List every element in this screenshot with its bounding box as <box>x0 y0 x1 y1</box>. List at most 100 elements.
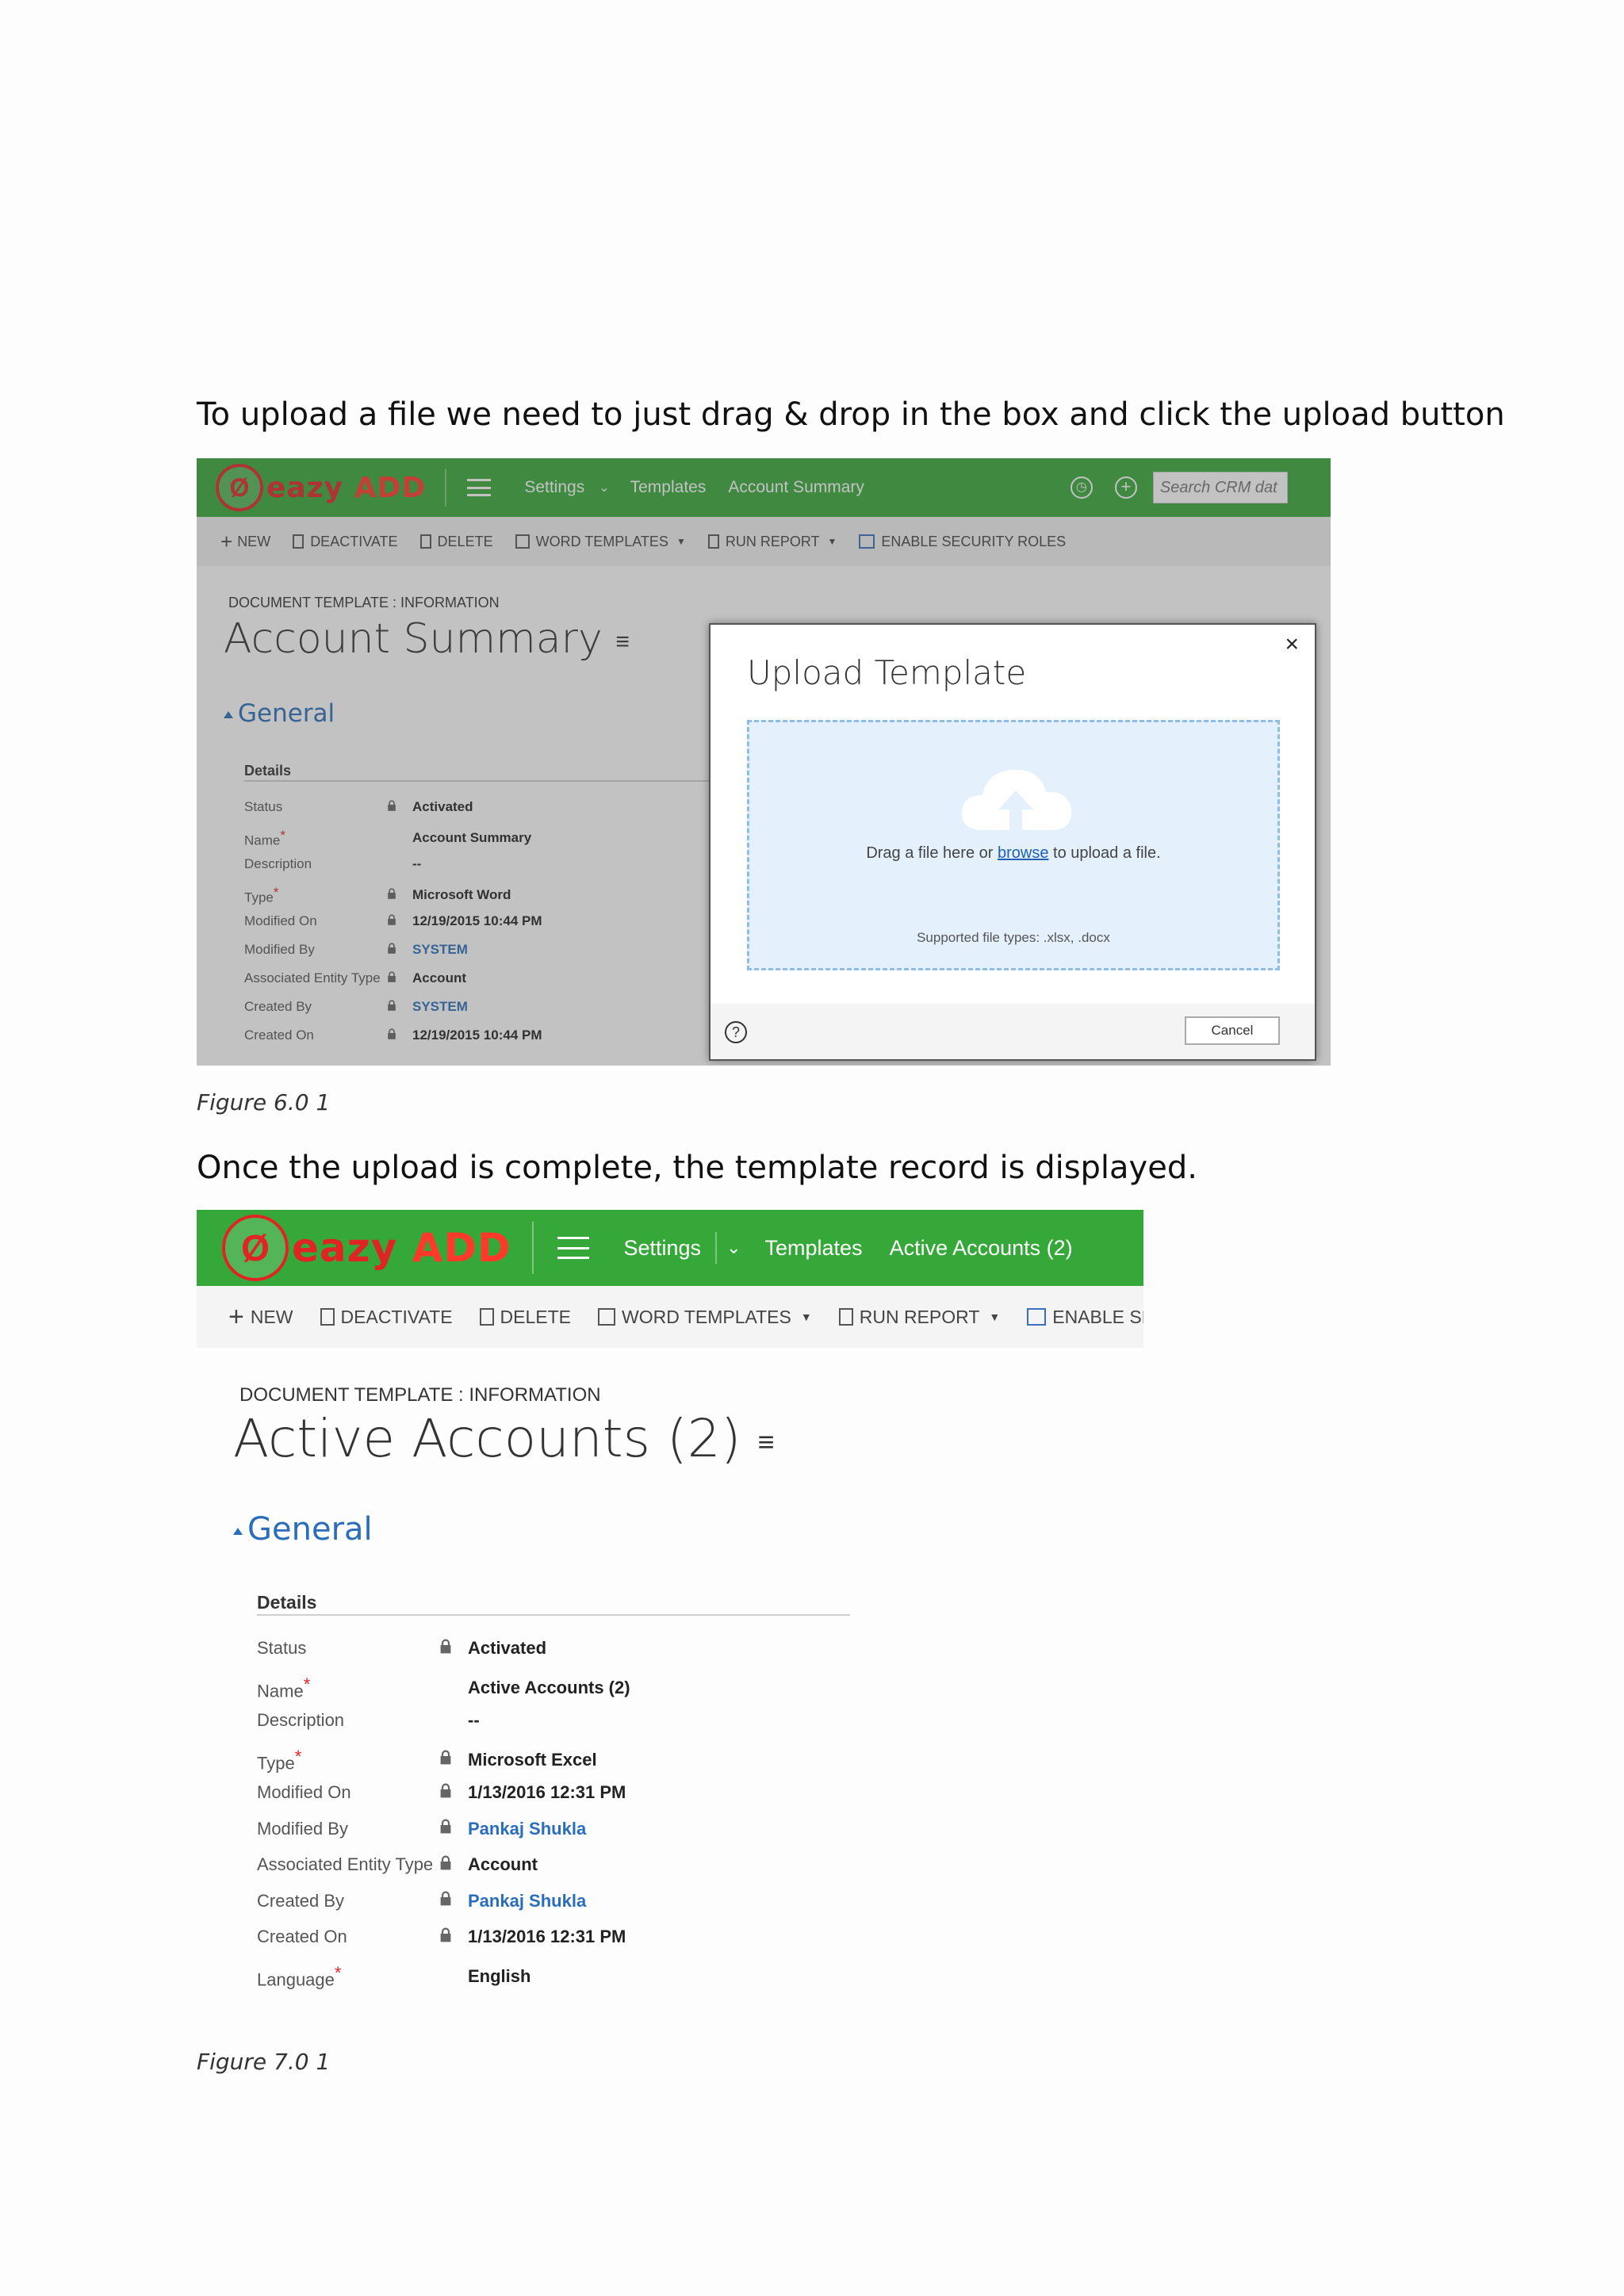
new-button[interactable]: + NEW <box>228 1302 293 1333</box>
logo-text-eazy: eazy <box>292 1225 398 1271</box>
detail-row: Description -- <box>257 1710 480 1731</box>
top-nav-bar: Ø eazy ADD Settings ⌄ Templates Active A… <box>197 1210 1143 1286</box>
report-icon <box>838 1308 853 1326</box>
general-section-header[interactable]: General <box>233 1511 373 1548</box>
field-label-text: Created By <box>257 1890 345 1911</box>
field-value: Activated <box>468 1638 547 1658</box>
trash-icon <box>479 1308 494 1326</box>
enable-security-roles-button[interactable]: ENABLE SEC <box>1027 1307 1143 1328</box>
hamburger-menu-icon[interactable] <box>557 1237 589 1259</box>
deactivate-button[interactable]: DEACTIVATE <box>320 1307 453 1328</box>
field-label: Description <box>257 1710 439 1731</box>
field-label-text: Associated Entity Type <box>257 1854 434 1874</box>
field-value: 1/13/2016 12:31 PM <box>468 1782 626 1802</box>
detail-row: Status Activated <box>257 1638 546 1659</box>
close-icon[interactable]: × <box>1285 631 1299 658</box>
figure-1-screenshot: Ø eazy ADD Settings ⌄ Templates Account … <box>197 458 1331 1066</box>
field-value: Active Accounts (2) <box>468 1677 630 1697</box>
after-upload-paragraph: Once the upload is complete, the templat… <box>197 1150 1197 1186</box>
logo-text-add: ADD <box>412 1225 511 1271</box>
browse-link[interactable]: browse <box>998 844 1048 862</box>
field-label: Created By <box>257 1891 439 1911</box>
field-label: Modified On <box>257 1782 439 1803</box>
field-label: Language* <box>257 1963 439 1990</box>
field-value: Microsoft Excel <box>468 1749 597 1770</box>
dropdown-arrow-icon: ▼ <box>989 1311 1001 1323</box>
nav-separator <box>531 1222 534 1274</box>
upload-template-dialog: Upload Template × Drag a file here or br… <box>709 623 1316 1061</box>
field-value: English <box>468 1965 531 1986</box>
detail-row: Created By Pankaj Shukla <box>257 1891 586 1911</box>
field-value[interactable]: Pankaj Shukla <box>468 1891 586 1911</box>
required-asterisk: * <box>303 1674 311 1694</box>
security-roles-icon <box>1027 1308 1047 1326</box>
required-asterisk: * <box>334 1962 342 1983</box>
cancel-button[interactable]: Cancel <box>1185 1016 1280 1045</box>
detail-row: Created On 1/13/2016 12:31 PM <box>257 1927 626 1947</box>
dropdown-arrow-icon: ▼ <box>800 1311 812 1323</box>
lock-icon <box>439 1854 452 1875</box>
logo-emblem-icon: Ø <box>222 1215 289 1281</box>
record-menu-icon[interactable]: ≡ <box>757 1425 774 1459</box>
field-label: Name* <box>257 1674 439 1701</box>
file-dropzone[interactable]: Drag a file here or browse to upload a f… <box>747 720 1280 970</box>
figure-2-caption: Figure 7.0 1 <box>197 2049 331 2075</box>
field-value: Account <box>468 1854 538 1874</box>
field-label-text: Modified On <box>257 1782 351 1802</box>
lock-icon <box>439 1819 452 1839</box>
nav-current-record[interactable]: Active Accounts (2) <box>890 1236 1073 1261</box>
command-toolbar: + NEW DEACTIVATE DELETE WORD TEMPLATES ▼ R… <box>197 1286 1143 1348</box>
field-label-text: Created On <box>257 1927 347 1946</box>
dropzone-instruction: Drag a file here or browse to upload a f… <box>866 844 1161 862</box>
word-icon <box>598 1308 616 1326</box>
plus-icon: + <box>228 1301 244 1332</box>
field-label-text: Modified By <box>257 1818 348 1839</box>
nav-settings[interactable]: Settings <box>624 1236 702 1261</box>
field-label-text: Name <box>257 1680 304 1701</box>
field-label: Modified By <box>257 1819 439 1839</box>
eazy-add-logo: Ø eazy ADD <box>197 1210 511 1286</box>
figure-1-caption: Figure 6.0 1 <box>197 1089 331 1115</box>
section-label: DOCUMENT TEMPLATE : INFORMATION <box>239 1384 601 1406</box>
lock-icon <box>439 1750 452 1770</box>
detail-row: Modified By Pankaj Shukla <box>257 1819 586 1839</box>
field-label: Associated Entity Type <box>257 1854 439 1875</box>
detail-row: Type* Microsoft Excel <box>257 1747 597 1774</box>
cloud-upload-icon <box>961 769 1072 830</box>
figure-2-screenshot: Ø eazy ADD Settings ⌄ Templates Active A… <box>197 1210 1143 1995</box>
field-label-text: Type <box>257 1752 295 1773</box>
lock-icon <box>439 1638 452 1659</box>
word-templates-button[interactable]: WORD TEMPLATES ▼ <box>598 1307 812 1328</box>
field-value: -- <box>468 1710 480 1730</box>
collapse-triangle-icon <box>233 1527 243 1535</box>
field-label: Created On <box>257 1927 439 1947</box>
lock-icon <box>439 1891 452 1911</box>
nav-separator <box>715 1232 718 1264</box>
record-title-text: Active Accounts (2) <box>233 1408 741 1469</box>
required-asterisk: * <box>294 1746 302 1766</box>
detail-row: Language* English <box>257 1963 530 1990</box>
chevron-down-icon[interactable]: ⌄ <box>726 1238 741 1258</box>
run-report-button[interactable]: RUN REPORT ▼ <box>838 1307 1001 1328</box>
field-label-text: Status <box>257 1638 307 1658</box>
deactivate-icon <box>320 1308 335 1326</box>
dialog-title: Upload Template <box>747 653 1027 692</box>
intro-paragraph: To upload a file we need to just drag & … <box>197 396 1505 433</box>
delete-button[interactable]: DELETE <box>479 1307 571 1328</box>
nav-templates[interactable]: Templates <box>765 1236 863 1261</box>
field-value[interactable]: Pankaj Shukla <box>468 1819 586 1839</box>
details-heading: Details <box>257 1592 317 1613</box>
field-label: Type* <box>257 1747 439 1774</box>
details-divider <box>257 1614 850 1616</box>
lock-icon <box>439 1782 452 1803</box>
detail-row: Modified On 1/13/2016 12:31 PM <box>257 1782 626 1803</box>
help-icon[interactable]: ? <box>725 1021 747 1043</box>
supported-file-types: Supported file types: .xlsx, .docx <box>917 930 1110 945</box>
field-label: Status <box>257 1638 439 1659</box>
dialog-footer: ? Cancel <box>710 1004 1315 1059</box>
detail-row: Name* Active Accounts (2) <box>257 1674 630 1701</box>
page-title: Active Accounts (2) ≡ <box>233 1408 774 1469</box>
detail-row: Associated Entity Type Account <box>257 1854 538 1875</box>
lock-icon <box>439 1927 452 1947</box>
field-value: 1/13/2016 12:31 PM <box>468 1927 626 1946</box>
